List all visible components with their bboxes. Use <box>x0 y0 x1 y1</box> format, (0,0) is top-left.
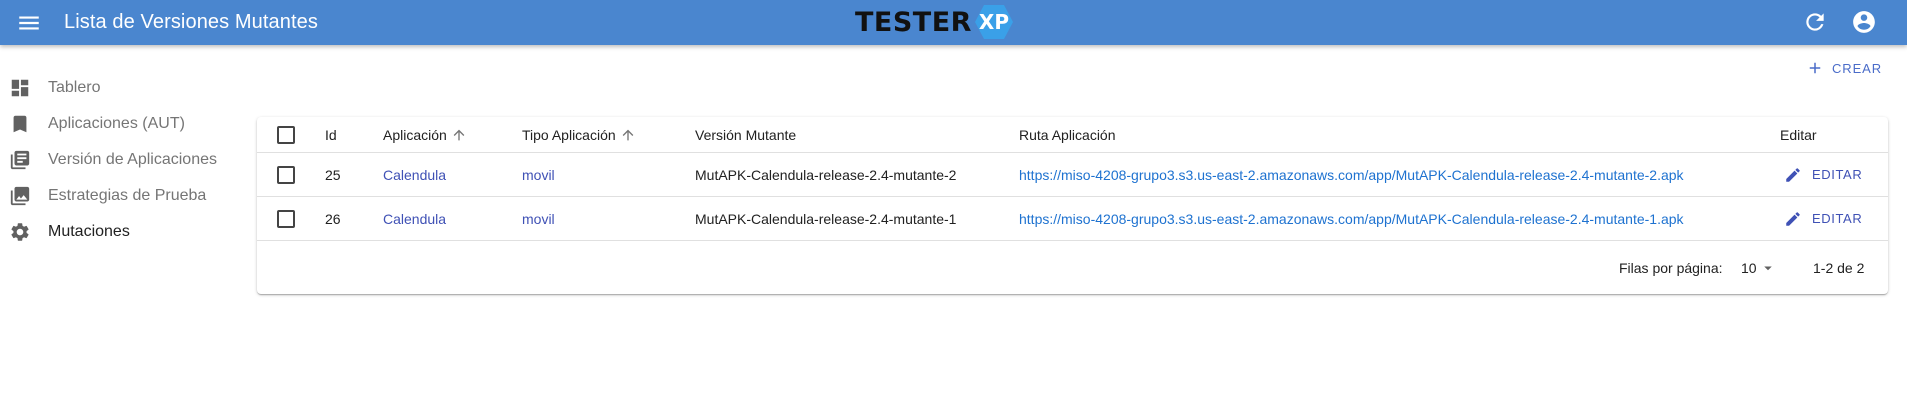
sidebar-item-aplicaciones[interactable]: Aplicaciones (AUT) <box>0 106 250 142</box>
sidebar-item-tablero[interactable]: Tablero <box>0 70 250 106</box>
bookmark-icon <box>9 113 31 135</box>
table-row[interactable]: 25 Calendula movil MutAPK-Calendula-rele… <box>257 152 1888 196</box>
logo-hex-badge: XP <box>974 4 1014 40</box>
cell-ruta-link[interactable]: https://miso-4208-grupo3.s3.us-east-2.am… <box>1019 153 1684 196</box>
app-bar: Lista de Versiones Mutantes TESTER XP <box>0 0 1907 45</box>
refresh-icon[interactable] <box>1802 9 1828 35</box>
column-header-aplicacion[interactable]: Aplicación <box>383 117 467 152</box>
sidebar-item-estrategias[interactable]: Estrategias de Prueba <box>0 178 250 214</box>
dashboard-icon <box>9 77 31 99</box>
library-books-icon <box>9 149 31 171</box>
account-circle-icon[interactable] <box>1851 9 1877 35</box>
column-header-version-mutante: Versión Mutante <box>695 126 797 143</box>
column-header-editar: Editar <box>1780 126 1817 143</box>
cell-aplicacion-link[interactable]: Calendula <box>383 153 446 196</box>
pencil-icon <box>1786 211 1800 226</box>
rows-per-page-select[interactable]: 10 <box>1741 257 1777 279</box>
sidebar-item-label: Versión de Aplicaciones <box>48 151 217 168</box>
plus-icon <box>1809 62 1821 74</box>
sidebar-item-version-aplicaciones[interactable]: Versión de Aplicaciones <box>0 142 250 178</box>
select-all-checkbox[interactable] <box>277 125 295 144</box>
sidebar-item-label: Aplicaciones (AUT) <box>48 115 185 132</box>
row-checkbox[interactable] <box>277 165 295 184</box>
cell-ruta-link[interactable]: https://miso-4208-grupo3.s3.us-east-2.am… <box>1019 197 1684 240</box>
row-checkbox[interactable] <box>277 209 295 228</box>
column-header-label: Tipo Aplicación <box>522 126 616 143</box>
edit-button[interactable]: EDITAR <box>1784 166 1862 184</box>
sidebar-item-label: Tablero <box>48 79 101 96</box>
column-header-label: Aplicación <box>383 126 447 143</box>
sidebar-item-label: Mutaciones <box>48 223 130 240</box>
sort-arrow-up-icon <box>453 129 465 140</box>
table-pagination: Filas por página: 10 1-2 de 2 <box>257 240 1888 294</box>
table-header-row: Id Aplicación Tipo Aplicación Versión Mu… <box>257 117 1888 152</box>
rows-per-page-label: Filas por página: <box>1619 260 1723 276</box>
pencil-icon <box>1786 167 1800 182</box>
mutant-versions-table: Id Aplicación Tipo Aplicación Versión Mu… <box>257 117 1888 294</box>
column-header-id: Id <box>325 126 337 143</box>
create-button-label: CREAR <box>1832 60 1883 76</box>
cell-tipo-link[interactable]: movil <box>522 197 555 240</box>
menu-icon[interactable] <box>16 10 42 36</box>
gear-icon <box>9 221 31 243</box>
edit-button-label: EDITAR <box>1812 211 1863 226</box>
logo-text: TESTER <box>855 6 972 38</box>
cell-id: 25 <box>325 166 341 183</box>
cell-version-mutante: MutAPK-Calendula-release-2.4-mutante-2 <box>695 166 957 183</box>
cell-aplicacion-link[interactable]: Calendula <box>383 197 446 240</box>
column-header-ruta-aplicacion: Ruta Aplicación <box>1019 126 1116 143</box>
photo-library-icon <box>9 185 31 207</box>
edit-button[interactable]: EDITAR <box>1784 210 1862 228</box>
page-title: Lista de Versiones Mutantes <box>64 11 318 33</box>
create-button[interactable]: CREAR <box>1806 56 1882 80</box>
logo-badge-text: XP <box>978 10 1009 34</box>
cell-version-mutante: MutAPK-Calendula-release-2.4-mutante-1 <box>695 210 957 227</box>
rows-per-page-value: 10 <box>1741 260 1757 276</box>
pagination-range: 1-2 de 2 <box>1813 260 1865 276</box>
cell-id: 26 <box>325 210 341 227</box>
sidebar-item-mutaciones[interactable]: Mutaciones <box>0 214 250 250</box>
sidebar-item-label: Estrategias de Prueba <box>48 187 207 204</box>
dropdown-arrow-icon <box>1763 266 1772 271</box>
sidebar: Tablero Aplicaciones (AUT) Versión de Ap… <box>0 70 250 250</box>
sort-arrow-up-icon <box>622 129 633 140</box>
column-header-tipo-aplicacion[interactable]: Tipo Aplicación <box>522 117 636 152</box>
tester-xp-logo: TESTER XP <box>855 4 1014 40</box>
edit-button-label: EDITAR <box>1812 167 1863 182</box>
table-row[interactable]: 26 Calendula movil MutAPK-Calendula-rele… <box>257 196 1888 240</box>
cell-tipo-link[interactable]: movil <box>522 153 555 196</box>
